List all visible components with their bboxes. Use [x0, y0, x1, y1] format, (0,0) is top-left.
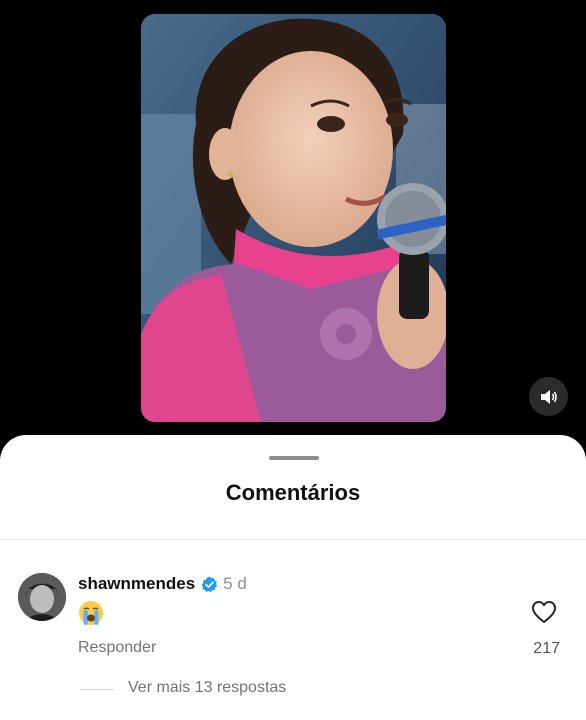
- comment-header: shawnmendes 5 d: [78, 574, 247, 594]
- reel-video-area: [0, 0, 586, 440]
- sheet-drag-handle[interactable]: [269, 456, 319, 460]
- verified-badge-icon: [201, 576, 218, 592]
- volume-icon: [540, 389, 557, 404]
- video-thumbnail-image: [141, 14, 446, 422]
- header-divider: [0, 539, 586, 540]
- view-replies-button[interactable]: Ver mais 13 respostas: [128, 679, 286, 697]
- heart-icon[interactable]: [531, 600, 557, 624]
- volume-button[interactable]: [529, 377, 568, 416]
- crying-face-emoji: [79, 601, 103, 625]
- sheet-title: Comentários: [225, 480, 361, 505]
- comment-time: 5 d: [223, 574, 247, 593]
- comments-sheet: Comentários shawnmendes 5 d Responder 21…: [0, 435, 586, 720]
- reply-button[interactable]: Responder: [78, 639, 156, 657]
- comment-username[interactable]: shawnmendes: [78, 574, 195, 594]
- avatar[interactable]: [18, 573, 66, 621]
- like-count: 217: [533, 640, 560, 657]
- replies-divider-line: [80, 689, 114, 690]
- avatar-image: [18, 573, 66, 621]
- reel-video[interactable]: [141, 14, 446, 422]
